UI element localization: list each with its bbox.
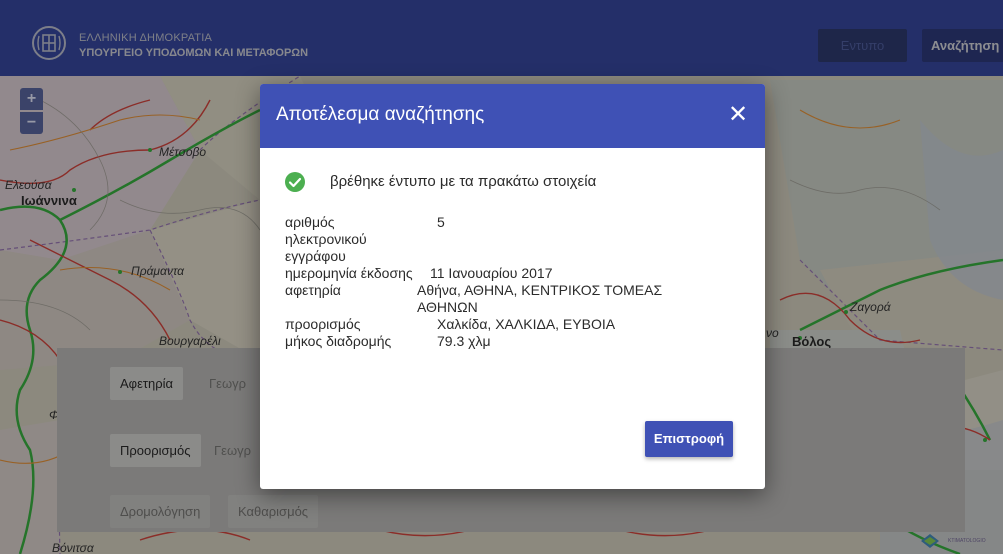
close-icon[interactable]: ✕ — [724, 100, 752, 130]
origin-label: αφετηρία — [285, 282, 341, 298]
dialog-header: Αποτέλεσμα αναζήτησης ✕ — [260, 84, 765, 148]
detail-row-issue-date: ημερομηνία έκδοσης 11 Ιανουαρίου 2017 — [285, 265, 745, 282]
destination-label: προορισμός — [285, 316, 361, 332]
check-circle-icon — [285, 172, 305, 192]
length-label: μήκος διαδρομής — [285, 333, 392, 349]
length-value: 79.3 χλμ — [437, 333, 491, 349]
origin-value: Αθήνα, ΑΘΗΝΑ, ΚΕΝΤΡΙΚΟΣ ΤΟΜΕΑΣ ΑΘΗΝΩΝ — [417, 282, 663, 315]
detail-row-destination: προορισμός Χαλκίδα, ΧΑΛΚΙΔΑ, ΕΥΒΟΙΑ — [285, 316, 745, 333]
detail-row-origin: αφετηρία Αθήνα, ΑΘΗΝΑ, ΚΕΝΤΡΙΚΟΣ ΤΟΜΕΑΣ … — [285, 282, 745, 316]
search-result-dialog: Αποτέλεσμα αναζήτησης ✕ βρέθηκε έντυπο μ… — [260, 84, 765, 489]
doc-number-value: 5 — [437, 214, 445, 230]
back-button[interactable]: Επιστροφή — [645, 421, 733, 457]
issue-date-value: 11 Ιανουαρίου 2017 — [430, 265, 553, 281]
issue-date-label: ημερομηνία έκδοσης — [285, 265, 413, 281]
header-dim — [0, 0, 1003, 76]
destination-value: Χαλκίδα, ΧΑΛΚΙΔΑ, ΕΥΒΟΙΑ — [437, 316, 616, 332]
dialog-title: Αποτέλεσμα αναζήτησης — [276, 104, 485, 125]
doc-number-label: αριθμός ηλεκτρονικού εγγράφου — [285, 214, 367, 264]
detail-row-doc-number: αριθμός ηλεκτρονικού εγγράφου 5 — [285, 214, 745, 265]
found-message: βρέθηκε έντυπο με τα πρακάτω στοιχεία — [330, 173, 597, 190]
detail-row-length: μήκος διαδρομής 79.3 χλμ — [285, 333, 745, 350]
document-details: αριθμός ηλεκτρονικού εγγράφου 5 ημερομην… — [285, 214, 745, 350]
